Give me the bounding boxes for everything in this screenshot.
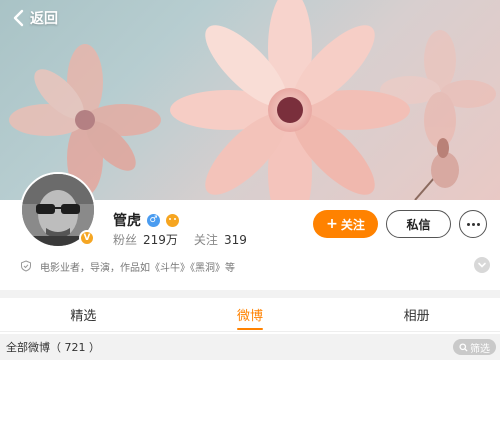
fans-label: 粉丝 <box>113 233 138 247</box>
back-button[interactable]: 返回 <box>12 8 58 28</box>
tab-weibo[interactable]: 微博 <box>167 298 334 331</box>
verified-icon: V <box>79 230 95 246</box>
profile-name-row: 管虎 ♂ <box>113 210 179 230</box>
tab-weibo-label: 微博 <box>237 309 264 324</box>
message-label: 私信 <box>406 217 431 232</box>
expand-intro-button[interactable] <box>474 257 490 273</box>
following-count[interactable]: 319 <box>224 233 247 247</box>
profile-name: 管虎 <box>113 213 141 229</box>
chevron-down-icon <box>478 262 486 268</box>
feed-content <box>0 360 500 428</box>
feed-filter-bar: 全部微博（ 721 ） 筛选 <box>0 334 500 360</box>
search-icon <box>459 342 468 352</box>
following-label: 关注 <box>193 233 218 247</box>
message-button[interactable]: 私信 <box>386 210 451 238</box>
profile-intro: 电影业者，导演，作品如《斗牛》《黑洞》等 <box>20 257 490 275</box>
section-divider <box>0 290 500 298</box>
tab-featured-label: 精选 <box>70 309 97 324</box>
cover-flower-image <box>9 0 496 200</box>
chevron-left-icon <box>12 8 30 28</box>
tab-featured[interactable]: 精选 <box>0 298 167 331</box>
intro-text: 电影业者，导演，作品如《斗牛》《黑洞》等 <box>40 262 235 274</box>
fans-count[interactable]: 219万 <box>143 231 178 248</box>
profile-stats: 粉丝 219万 关注 319 <box>113 231 247 248</box>
avatar[interactable]: V <box>20 172 96 248</box>
profile-cover <box>0 0 500 200</box>
more-button[interactable] <box>459 210 487 238</box>
more-icon <box>466 222 470 226</box>
tab-album[interactable]: 相册 <box>333 298 500 331</box>
filter-label: 筛选 <box>470 343 490 355</box>
male-gender-icon: ♂ <box>147 213 160 227</box>
filter-button[interactable]: 筛选 <box>453 339 496 355</box>
emoji-icon <box>166 213 179 227</box>
profile-tabs: 精选 微博 相册 <box>0 298 500 332</box>
shield-icon <box>20 260 32 272</box>
plus-icon: + <box>326 216 338 232</box>
tab-album-label: 相册 <box>403 309 430 324</box>
all-weibo-count[interactable]: 全部微博（ 721 ） <box>6 339 100 355</box>
follow-label: 关注 <box>340 217 365 232</box>
back-label: 返回 <box>30 11 58 27</box>
follow-button[interactable]: + 关注 <box>313 210 378 238</box>
